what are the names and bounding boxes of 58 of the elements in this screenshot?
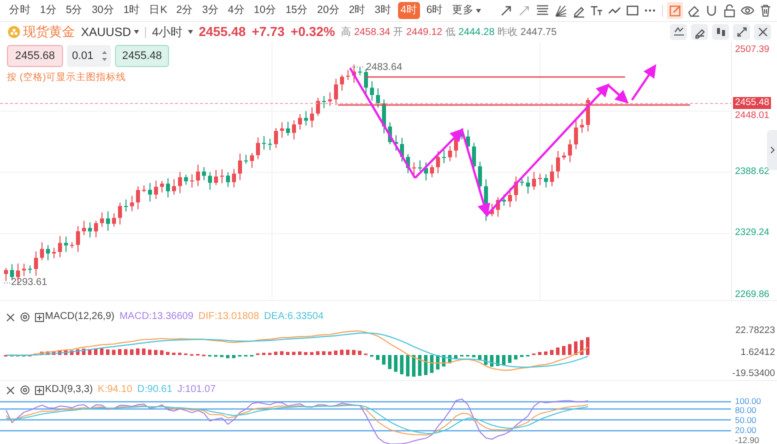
indicator-title: KDJ(9,3,3) [45,384,93,396]
price-axis-label: 2448.01 [735,110,770,122]
timeframe-tab[interactable]: 10分 [250,2,280,19]
timeframe-tab[interactable]: 5分 [62,2,86,19]
sell-price-button[interactable]: 2455.68 [7,45,63,67]
prev-close-value: 2447.75 [520,26,557,40]
price-marker: 2293.61 [11,276,48,290]
timeframe-tab[interactable]: 3分 [199,2,222,19]
low-value: 2444.28 [458,26,495,40]
price-axis-label: 2507.39 [735,44,770,56]
price-axis-label: 2329.24 [735,227,770,240]
timeframe-tab[interactable]: 4分 [224,2,248,19]
price-marker: 2483.64 [366,61,402,75]
indicator-value: D:90.61 [137,384,172,396]
macd-axis-label: 22.78223 [735,325,775,337]
high-label: 高 [341,26,352,40]
instrument-name: 现货黄金 [23,23,75,42]
current-price-badge: 2455.48 [733,97,772,110]
kdj-axis-label: 80.00 [735,406,756,414]
high-value: 2458.34 [354,26,390,40]
kdj-axis-label: 100.00 [735,396,761,406]
timeframe-tab[interactable]: 2时 [346,2,369,19]
buy-price-button[interactable]: 2455.48 [115,45,169,67]
kdj-axis-label: -12.90 [735,436,760,444]
timeframe-tab[interactable]: 1分 [37,2,60,19]
more-menu[interactable]: 更多 [449,2,484,18]
timeframe-tab[interactable]: 30分 [88,2,118,19]
price-axis-label: 2388.62 [735,166,770,178]
indicator-value: DEA:6.33504 [264,311,324,323]
kdj-axis-label: 50.00 [735,416,756,424]
open-label: 开 [393,26,404,40]
symbol-selector[interactable]: XAUUSD [81,23,140,41]
last-price: 2455.48 [198,23,246,42]
indicator-title: MACD(12,26,9) [45,311,114,323]
indicator-value: J:101.07 [177,384,216,396]
lot-stepper[interactable]: 0.01 [67,45,111,67]
timeframe-tab[interactable]: 1时 [120,2,144,19]
timeframe-tab[interactable]: 分时 [6,2,34,19]
indicator-value: DIF:13.01808 [198,311,260,323]
indicator-value: K:94.10 [98,384,132,396]
macd-axis-label: -19.53400 [732,368,775,380]
period-selector[interactable]: 4小时 [152,23,193,41]
price-change: +7.73 [252,23,285,42]
open-value: 2449.12 [406,26,442,40]
timeframe-tab[interactable]: 2分 [173,2,196,19]
timeframe-tab[interactable]: 6时 [423,2,446,19]
prev-close-label: 昨收 [498,26,518,40]
low-label: 低 [445,26,456,40]
indicator-value: MACD:13.36609 [119,311,194,323]
price-axis-label: 2269.86 [735,288,770,301]
hint-text: 按 (空格)可显示主图指标线 [7,72,126,84]
timeframe-tab[interactable]: 日K [146,2,170,19]
macd-axis-label: 1.62412 [740,346,775,358]
timeframe-tab[interactable]: 3时 [372,2,395,19]
kdj-axis-label: 20.00 [735,426,756,435]
timeframe-tab[interactable]: 20分 [314,2,343,19]
timeframe-tab[interactable]: 15分 [282,2,312,19]
percent-change: +0.32% [290,23,336,42]
